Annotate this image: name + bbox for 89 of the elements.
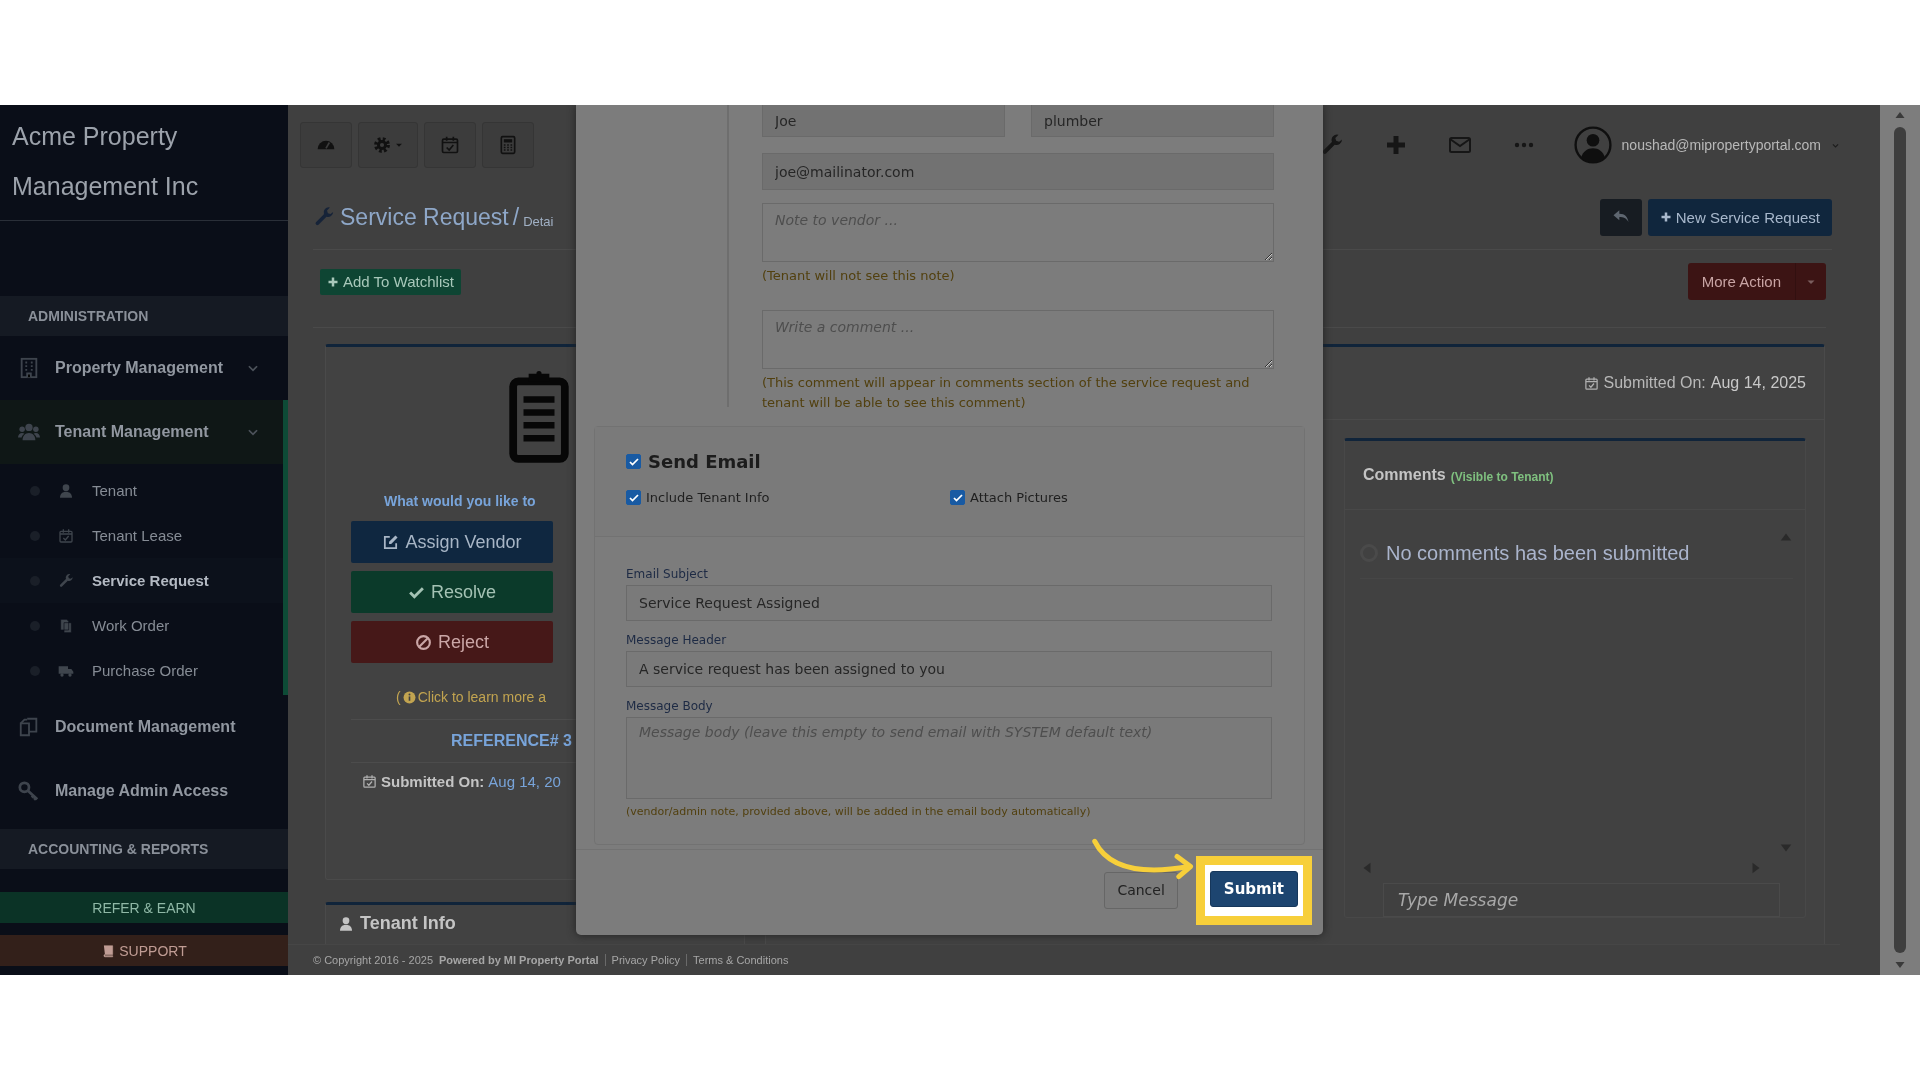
building-icon	[18, 357, 40, 379]
more-action-button[interactable]: More Action	[1687, 263, 1796, 300]
settings-icon	[372, 135, 392, 155]
dashboard-button[interactable]	[300, 122, 352, 168]
page-title: Service Request	[340, 203, 509, 231]
cancel-button[interactable]: Cancel	[1104, 871, 1178, 909]
visibility-note: (Visible to Tenant)	[1450, 469, 1554, 484]
submenu-item[interactable]: Tenant	[0, 468, 283, 513]
calendar-icon	[362, 774, 377, 789]
documents-icon	[18, 716, 40, 738]
avatar-icon	[1573, 126, 1612, 164]
calculator-icon	[498, 135, 518, 155]
submenu-item[interactable]: Tenant Lease	[0, 513, 283, 558]
new-service-request-button[interactable]: New Service Request	[1647, 198, 1832, 236]
wrench-icon	[58, 572, 74, 589]
reference-number: REFERENCE# 3	[351, 719, 576, 763]
action-button[interactable]: Resolve	[351, 571, 553, 613]
calendar-button[interactable]	[424, 122, 476, 168]
hint-text: (This comment will appear in comments section of the service request and tenant will be able to see this comment)	[762, 374, 1251, 412]
book-icon	[101, 943, 116, 958]
sidebar-item[interactable]: Tenant Management	[0, 400, 288, 464]
wrench-icon	[313, 206, 335, 228]
breadcrumb-link[interactable]: Detai	[523, 213, 554, 229]
plus-icon	[327, 275, 339, 288]
checkbox-label: Attach Pictures	[970, 490, 1068, 505]
back-button[interactable]	[1599, 198, 1642, 236]
dropdown-toggle[interactable]	[1796, 263, 1826, 300]
users-icon	[18, 421, 40, 443]
checkbox[interactable]	[950, 490, 965, 505]
action-button[interactable]: Assign Vendor	[351, 521, 553, 563]
card-title: Tenant Info	[360, 913, 456, 934]
email-field[interactable]: joe@mailinator.com	[762, 153, 1274, 190]
hint-text: (vendor/admin note, provided above, will be added in the email body automatically)	[626, 805, 1092, 818]
settings-button[interactable]	[358, 122, 418, 168]
footer-link[interactable]: Privacy Policy	[604, 954, 681, 966]
message-field[interactable]: Type Message	[1383, 883, 1780, 917]
company-name: Acme Property Management Inc	[0, 105, 288, 221]
sidebar-item[interactable]: Manage Admin Access	[0, 759, 288, 823]
support-button[interactable]: SUPPORT	[0, 935, 288, 966]
checkbox-label: Send Email	[648, 451, 761, 472]
calendar-icon	[58, 527, 74, 544]
field-label: Email Subject	[626, 567, 709, 581]
submit-button[interactable]: Submit	[1209, 870, 1298, 907]
breadcrumb-separator: /	[512, 203, 520, 231]
field-label: Message Header	[626, 633, 728, 647]
powered-by-text: Powered by MI Property Portal	[439, 954, 599, 966]
file-icon	[58, 617, 74, 634]
checkbox[interactable]	[626, 490, 641, 505]
input-field[interactable]: plumber	[1031, 105, 1274, 137]
parenthesis-text: (	[396, 689, 401, 705]
submitted-date: Aug 14, 20	[488, 773, 561, 790]
submitted-date: Aug 14, 2025	[1710, 374, 1806, 392]
hint-text: (Tenant will not see this note)	[762, 267, 956, 285]
user-icon	[338, 916, 354, 932]
footer-link[interactable]: Terms & Conditions	[686, 954, 789, 966]
info-icon	[402, 690, 416, 704]
sidebar-item[interactable]: Document Management	[0, 695, 288, 759]
plus-icon	[1659, 211, 1672, 223]
submitted-label: Submitted On:	[381, 773, 485, 790]
edit-icon	[382, 533, 400, 551]
add-to-watchlist-button[interactable]: Add To Watchlist	[320, 268, 461, 295]
sidebar-item[interactable]: Property Management	[0, 336, 288, 400]
input-field[interactable]: A service request has been assigned to you	[626, 651, 1272, 687]
user-icon	[58, 482, 74, 499]
learn-more-link[interactable]: Click to learn more a	[417, 689, 547, 705]
copyright-text: © Copyright 2016 - 2025	[313, 954, 433, 966]
field-label: Message Body	[626, 699, 714, 713]
panel-title: Comments	[1363, 466, 1446, 484]
calendar-icon	[1583, 375, 1599, 391]
scrollbar[interactable]	[1880, 105, 1920, 975]
user-menu[interactable]: noushad@mipropertyportal.com	[1573, 126, 1840, 164]
checkbox-label: Include Tenant Info	[646, 490, 770, 505]
calculator-button[interactable]	[482, 122, 534, 168]
empty-message: No comments has been submitted	[1386, 541, 1691, 565]
section-heading: ACCOUNTING & REPORTS	[0, 829, 288, 869]
key-icon	[18, 780, 40, 802]
section-heading: ADMINISTRATION	[0, 296, 288, 336]
submitted-label: Submitted On:	[1603, 374, 1706, 392]
submenu-item[interactable]: Purchase Order	[0, 648, 283, 693]
refer-button[interactable]: REFER & EARN	[0, 892, 288, 923]
input-field[interactable]: Service Request Assigned	[626, 585, 1272, 621]
submenu-item[interactable]: Work Order	[0, 603, 283, 648]
action-button[interactable]: Reject	[351, 621, 553, 663]
prompt-text: What would you like to	[384, 493, 536, 509]
input-field[interactable]: Joe	[762, 105, 1005, 137]
checkbox[interactable]	[626, 454, 641, 469]
ban-icon	[415, 633, 432, 651]
calendar-icon	[440, 135, 460, 155]
scrollbar-thumb[interactable]	[1894, 127, 1906, 953]
